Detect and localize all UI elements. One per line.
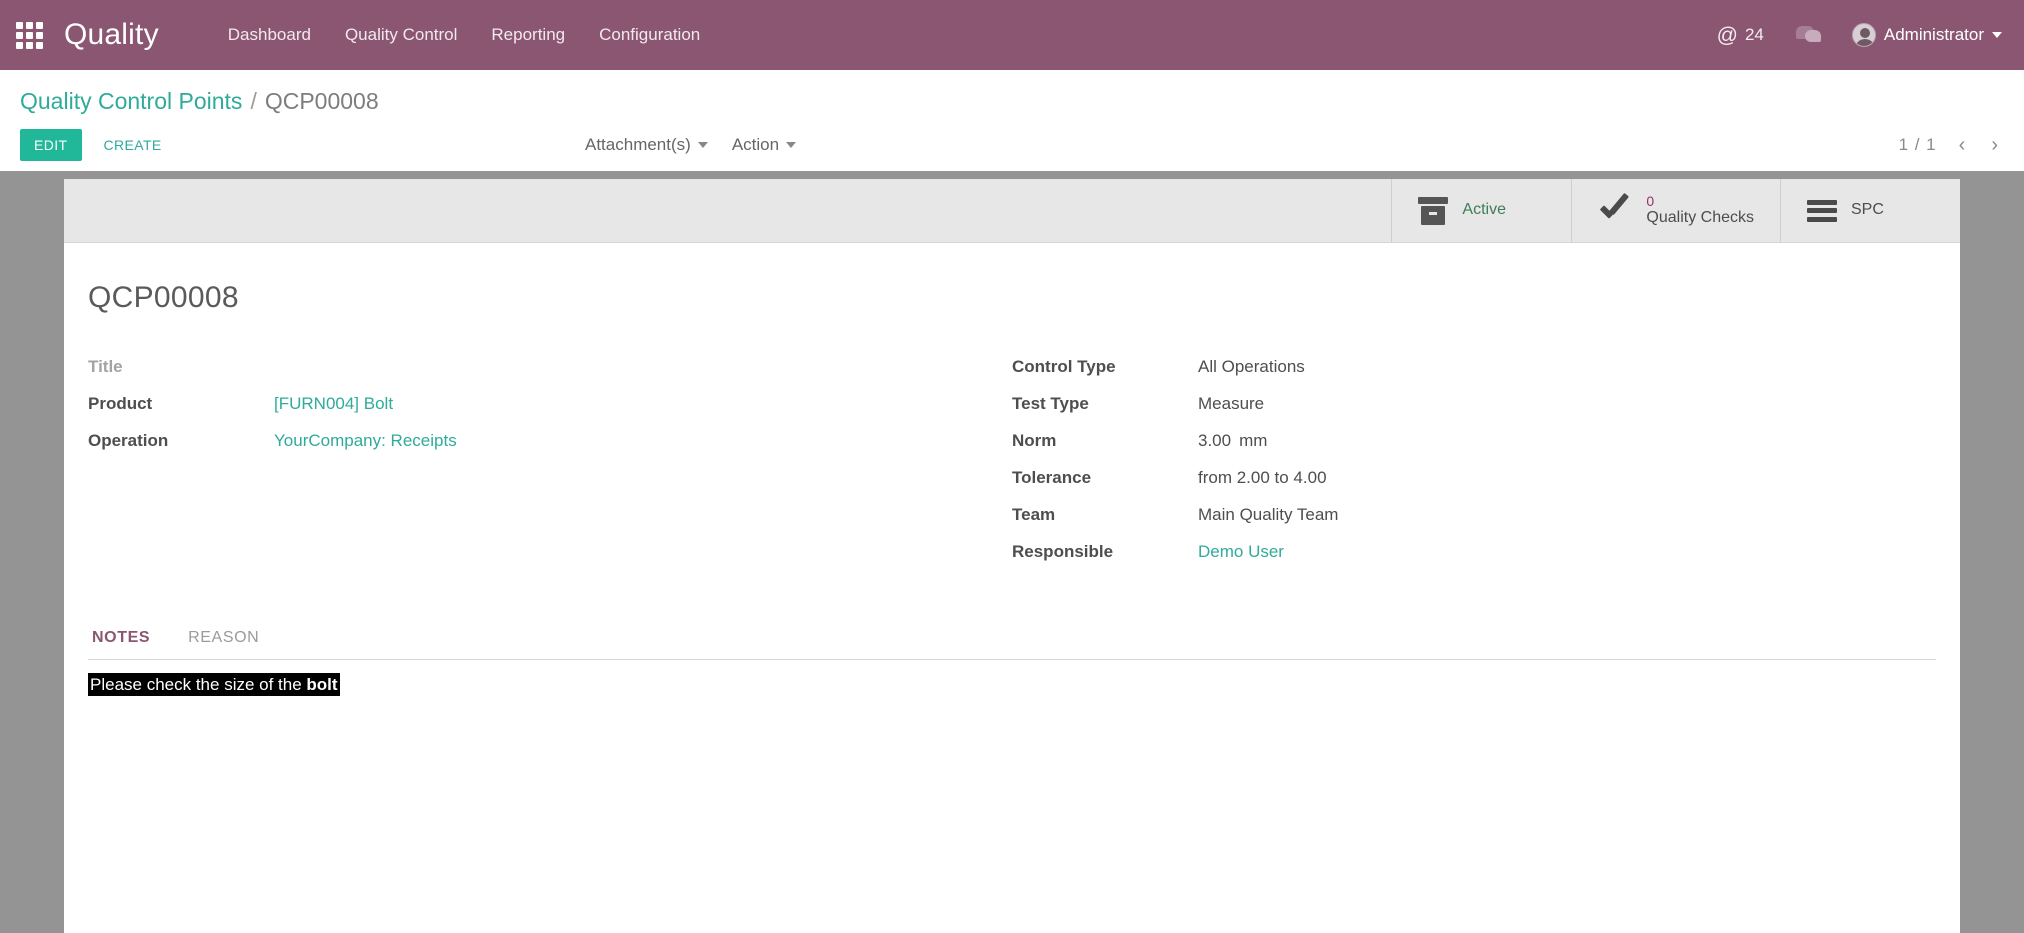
archive-box-icon [1418, 196, 1449, 225]
apps-grid-icon [15, 21, 43, 49]
form-sheet: Active 0 Quality Checks SPC QCP00008 Tit… [64, 179, 1960, 933]
smart-button-spc-label: SPC [1851, 201, 1884, 219]
notebook: NOTES REASON Please check the size of th… [64, 619, 1960, 840]
page-title: QCP00008 [88, 281, 239, 314]
field-row-team: Team Main Quality Team [1012, 505, 1936, 525]
smart-button-quality-checks-label: Quality Checks [1646, 209, 1754, 227]
breadcrumb-item-current: QCP00008 [264, 88, 379, 114]
menu-item-dashboard[interactable]: Dashboard [211, 25, 328, 45]
app-brand-quality[interactable]: Quality [58, 18, 173, 52]
pager-previous-button[interactable]: ‹ [1955, 135, 1970, 155]
check-icon [1598, 198, 1632, 224]
field-row-control-type: Control Type All Operations [1012, 357, 1936, 377]
tab-reason[interactable]: REASON [184, 619, 263, 660]
menu-item-reporting[interactable]: Reporting [474, 25, 582, 45]
field-value-product[interactable]: [FURN004] Bolt [274, 394, 393, 414]
field-groups: Title Product [FURN004] Bolt Operation Y… [88, 357, 1936, 579]
breadcrumb: Quality Control Points / QCP00008 [0, 70, 2024, 119]
breadcrumb-item-root[interactable]: Quality Control Points [20, 88, 242, 115]
field-row-responsible: Responsible Demo User [1012, 542, 1936, 562]
record-toolbar: EDIT CREATE Attachment(s) Action 1 / 1 ‹… [0, 119, 2024, 171]
pager-value: 1 / 1 [1898, 135, 1937, 154]
field-row-tolerance: Tolerance from 2.00 to 4.00 [1012, 468, 1936, 488]
smart-button-active[interactable]: Active [1391, 179, 1571, 242]
field-value-team: Main Quality Team [1198, 505, 1339, 524]
breadcrumb-separator: / [250, 88, 257, 114]
field-label-control-type: Control Type [1012, 357, 1116, 376]
attachments-dropdown[interactable]: Attachment(s) [585, 135, 708, 155]
notes-text-bold: bolt [306, 675, 338, 694]
attachments-label: Attachment(s) [585, 135, 691, 154]
record-body: QCP00008 Title Product [FURN004] Bolt Op… [64, 243, 1960, 579]
smart-button-spc[interactable]: SPC [1780, 179, 1960, 242]
field-row-title: Title [88, 357, 1012, 377]
mentions-count: 24 [1744, 25, 1764, 44]
notes-text-plain: Please check the size of the [90, 675, 307, 694]
field-label-test-type: Test Type [1012, 394, 1089, 413]
menu-item-quality-control[interactable]: Quality Control [328, 25, 474, 45]
field-value-operation[interactable]: YourCompany: Receipts [274, 431, 457, 451]
navbar-right-systray: @ 24 Administrator [1701, 0, 2008, 70]
user-name: Administrator [1883, 25, 1984, 44]
field-label-responsible: Responsible [1012, 542, 1114, 561]
field-row-norm: Norm 3.00 mm [1012, 431, 1936, 451]
action-label: Action [731, 135, 780, 154]
chevron-down-icon [786, 142, 797, 148]
field-group-left: Title Product [FURN004] Bolt Operation Y… [88, 357, 1012, 579]
mentions-counter[interactable]: @ 24 [1701, 25, 1780, 46]
field-value-responsible[interactable]: Demo User [1198, 542, 1284, 562]
record-pager: 1 / 1 ‹ › [1899, 119, 2002, 171]
field-label-norm: Norm [1012, 431, 1057, 450]
smart-button-bar: Active 0 Quality Checks SPC [64, 179, 1960, 243]
notebook-tabs: NOTES REASON [88, 619, 1936, 660]
notes-content[interactable]: Please check the size of the bolt [88, 673, 340, 696]
field-group-right: Control Type All Operations Test Type Me… [1012, 357, 1936, 579]
field-unit-norm: mm [1239, 431, 1268, 450]
create-button[interactable]: CREATE [90, 129, 176, 161]
field-label-operation: Operation [88, 431, 169, 450]
form-background: Active 0 Quality Checks SPC QCP00008 Tit… [0, 171, 2024, 933]
user-menu[interactable]: Administrator [1838, 23, 2008, 47]
field-row-test-type: Test Type Measure [1012, 394, 1936, 414]
avatar [1851, 23, 1876, 47]
menu-item-configuration[interactable]: Configuration [582, 25, 717, 45]
quality-checks-count: 0 [1646, 193, 1655, 210]
top-navbar: Quality Dashboard Quality Control Report… [0, 0, 2024, 70]
field-label-product: Product [88, 394, 153, 413]
field-row-operation: Operation YourCompany: Receipts [88, 431, 1012, 451]
apps-launcher-button[interactable] [0, 0, 58, 70]
tab-notes[interactable]: NOTES [88, 619, 154, 660]
edit-button[interactable]: EDIT [20, 129, 82, 161]
main-menu: Dashboard Quality Control Reporting Conf… [211, 25, 717, 45]
messages-button[interactable] [1780, 26, 1838, 44]
field-row-product: Product [FURN004] Bolt [88, 394, 1012, 414]
bars-icon [1807, 199, 1837, 222]
smart-button-quality-checks-text: 0 Quality Checks [1646, 193, 1754, 227]
notebook-page-notes: Please check the size of the bolt [88, 660, 1936, 840]
smart-button-quality-checks[interactable]: 0 Quality Checks [1571, 179, 1780, 242]
field-value-test-type: Measure [1198, 394, 1265, 413]
field-label-tolerance: Tolerance [1012, 468, 1092, 487]
field-value-norm: 3.00 [1198, 431, 1232, 450]
field-label-team: Team [1012, 505, 1056, 524]
control-panel: Quality Control Points / QCP00008 EDIT C… [0, 70, 2024, 171]
smart-button-active-label: Active [1462, 201, 1506, 219]
at-icon: @ [1716, 23, 1738, 47]
field-label-title: Title [88, 357, 123, 376]
field-value-tolerance: from 2.00 to 4.00 [1198, 468, 1327, 487]
pager-next-button[interactable]: › [1987, 135, 2002, 155]
toolbar-dropdowns: Attachment(s) Action [585, 119, 797, 171]
chevron-down-icon [1992, 32, 2002, 38]
chat-bubble-icon [1795, 26, 1822, 44]
chevron-down-icon [697, 142, 708, 148]
field-value-control-type: All Operations [1198, 357, 1305, 376]
action-dropdown[interactable]: Action [731, 135, 797, 155]
